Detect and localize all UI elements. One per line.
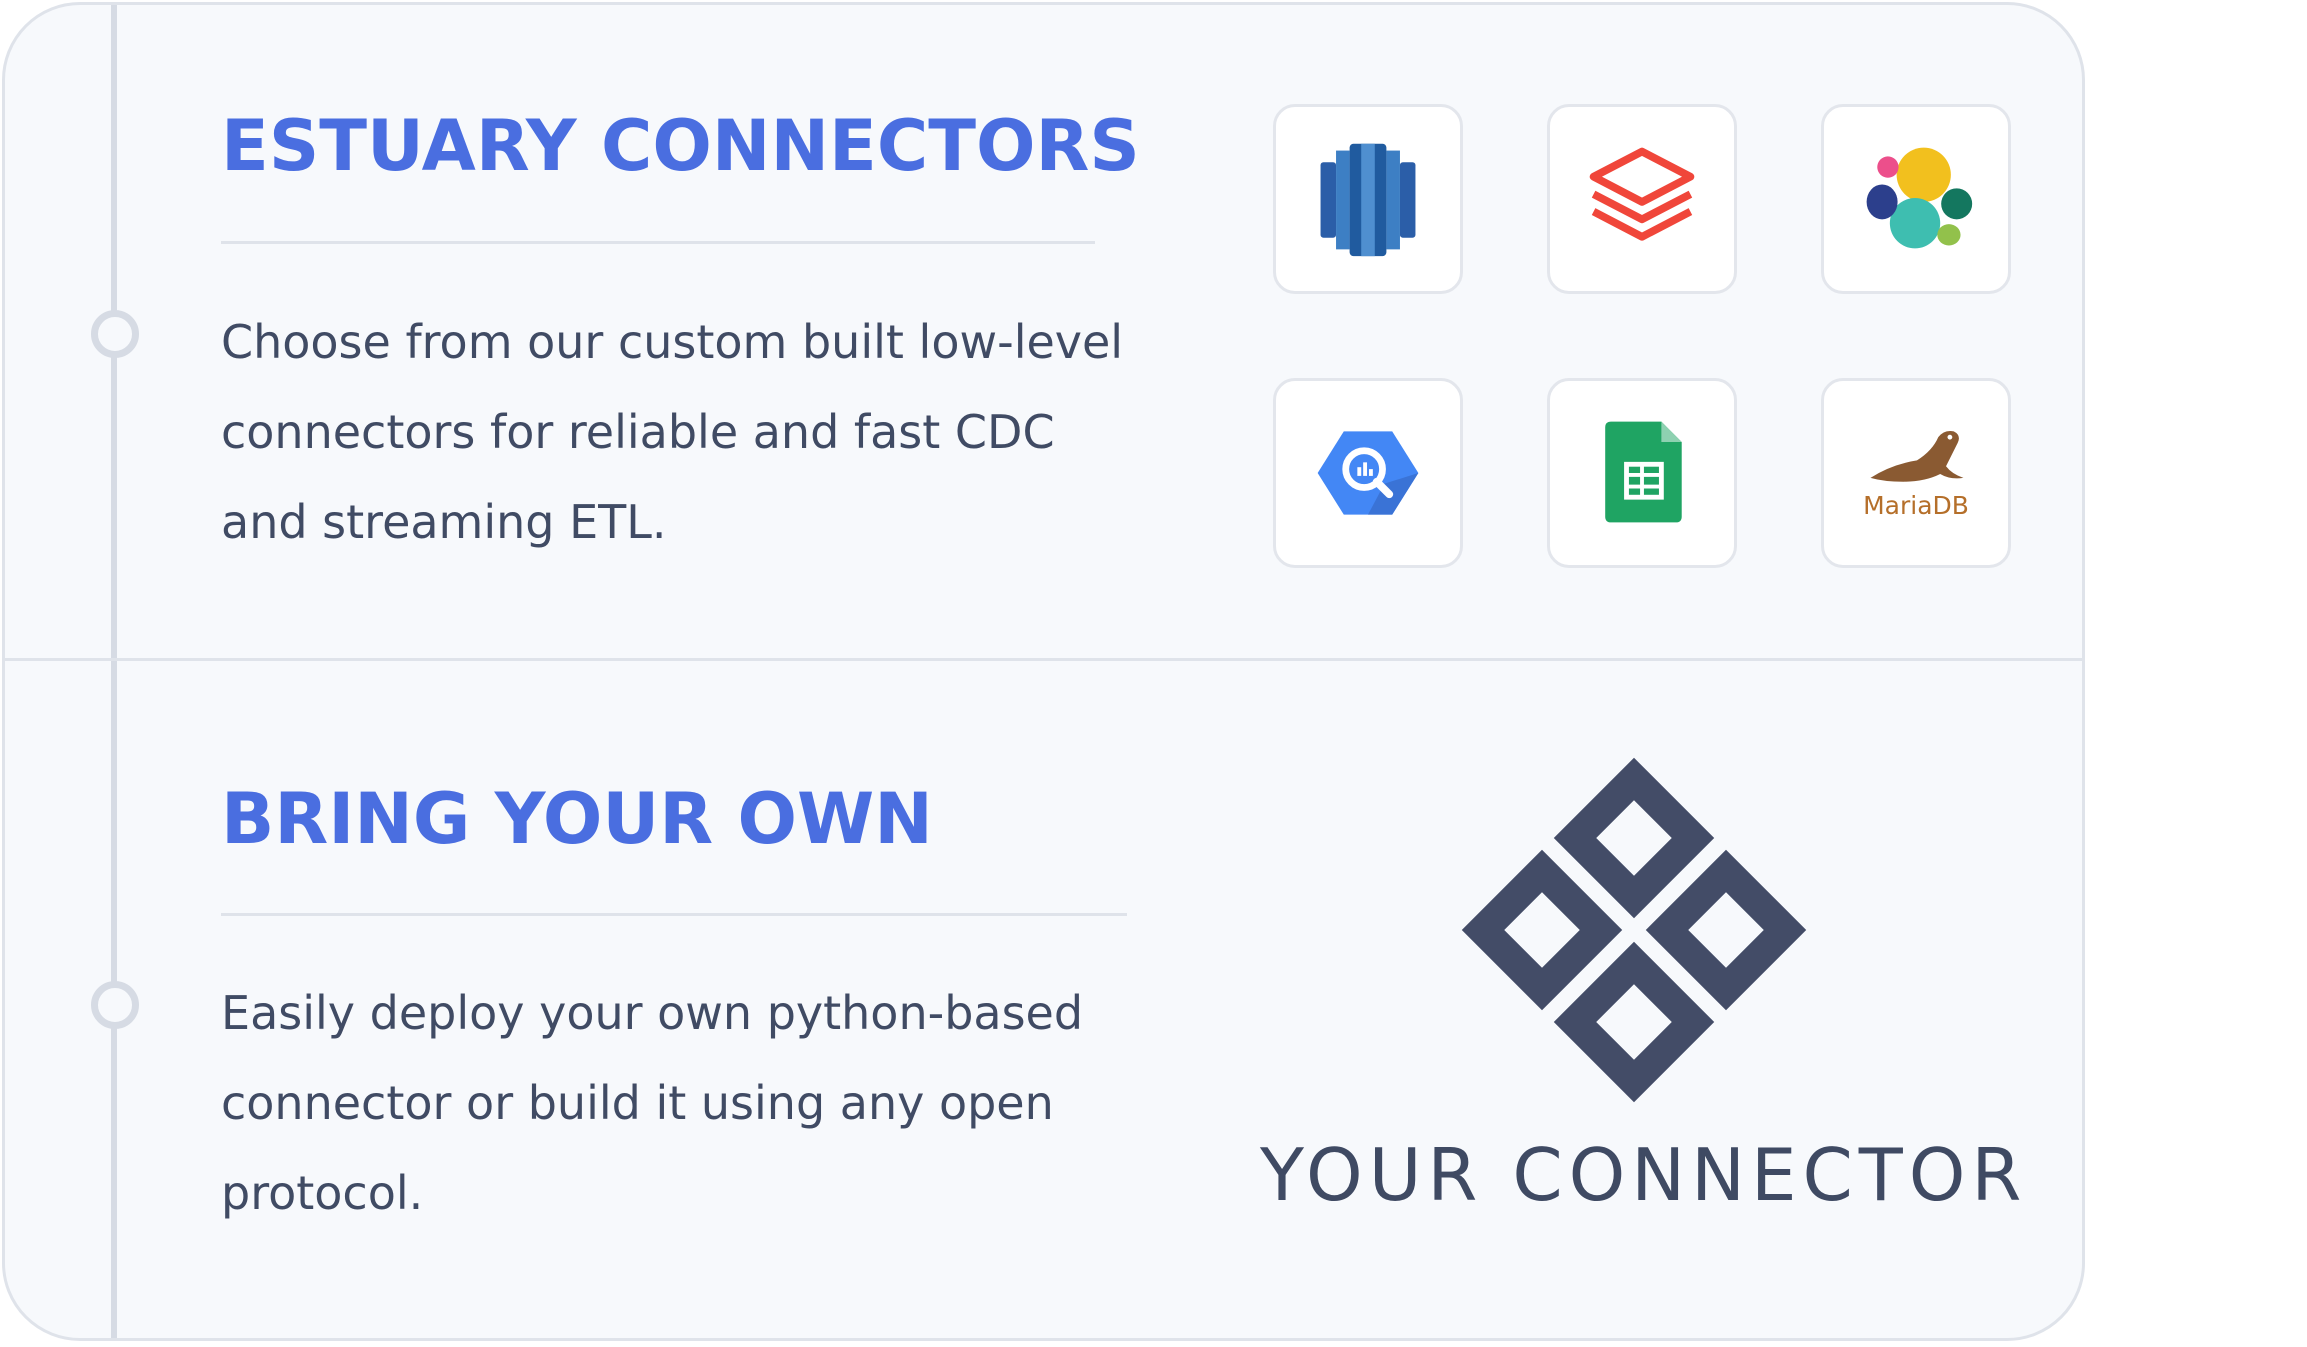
timeline-line	[111, 5, 117, 1338]
connector-tile-mariadb[interactable]: MariaDB	[1821, 378, 2011, 568]
estuary-connectors-title: ESTUARY CONNECTORS	[221, 105, 1140, 187]
custom-connector-icon	[1461, 757, 1807, 1103]
your-connector-label: YOUR CONNECTOR	[1260, 1133, 2028, 1217]
bring-your-own-title: BRING YOUR OWN	[221, 778, 933, 860]
databricks-icon	[1589, 147, 1695, 241]
google-sheets-icon	[1605, 421, 1682, 523]
connector-tile-elasticsearch[interactable]	[1821, 104, 2011, 294]
connector-tile-databricks[interactable]	[1547, 104, 1737, 294]
estuary-title-rule	[221, 241, 1095, 244]
timeline-dot-estuary	[91, 310, 139, 358]
section-divider	[5, 658, 2082, 661]
connectors-card: ESTUARY CONNECTORS Choose from our custo…	[2, 2, 2085, 1341]
mariadb-icon	[1870, 430, 1964, 482]
byo-title-rule	[221, 913, 1127, 916]
connector-tile-google-sheets[interactable]	[1547, 378, 1737, 568]
timeline-dot-byo	[91, 981, 139, 1029]
mariadb-label: MariaDB	[1863, 491, 1969, 520]
amazon-redshift-icon	[1320, 143, 1416, 257]
bring-your-own-description: Easily deploy your own python-based conn…	[221, 986, 1084, 1220]
connector-tile-bigquery[interactable]	[1273, 378, 1463, 568]
estuary-connectors-description: Choose from our custom built low-level c…	[221, 315, 1124, 549]
google-bigquery-icon	[1317, 431, 1419, 515]
elasticsearch-icon	[1866, 147, 1973, 249]
connector-tile-redshift[interactable]	[1273, 104, 1463, 294]
